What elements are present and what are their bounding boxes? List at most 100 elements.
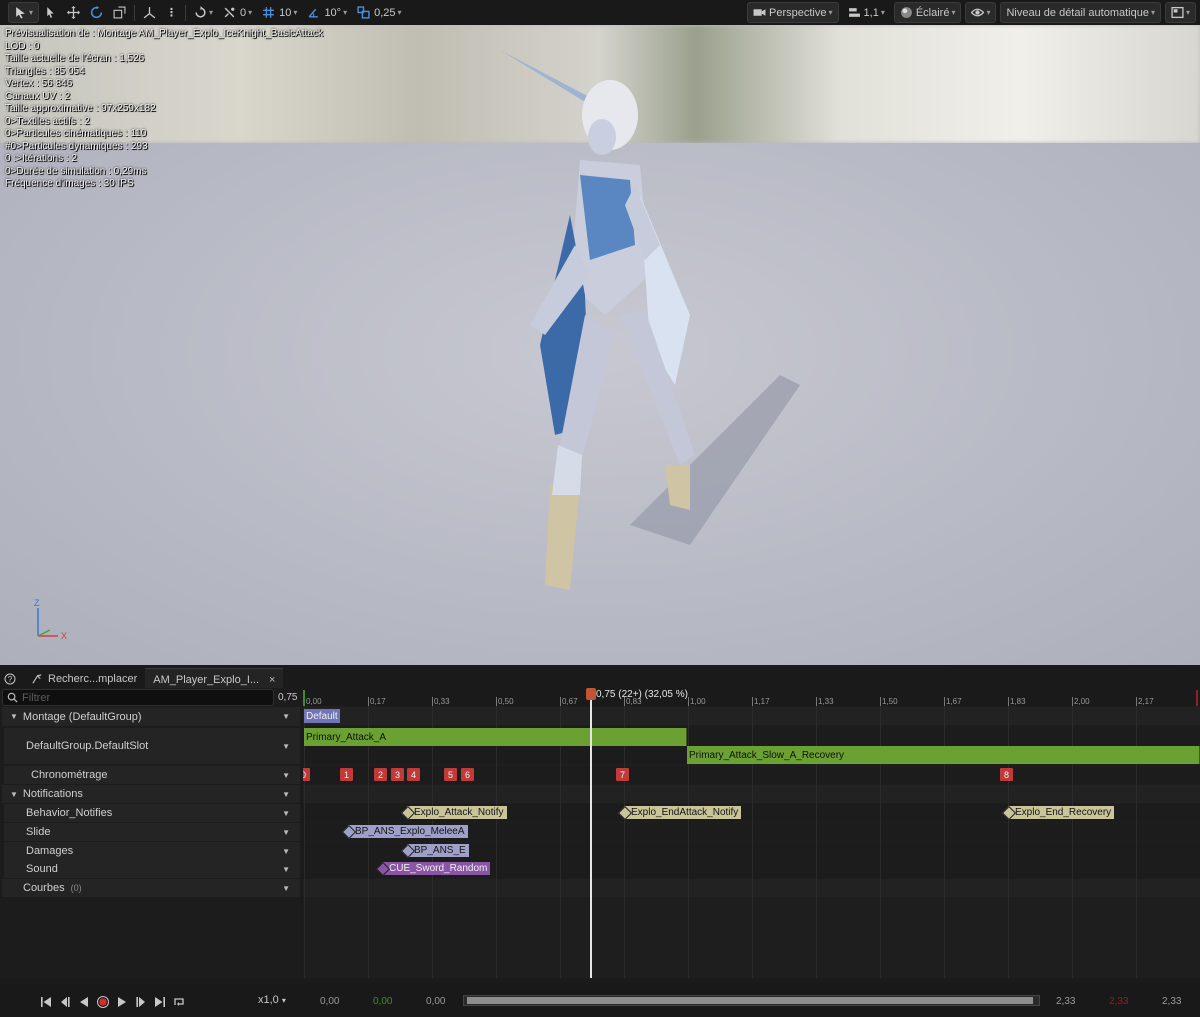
ruler-tick-label: 0,33 [434,697,450,706]
working-range-end[interactable]: 2,33 [1109,996,1128,1007]
track-timing[interactable]: Chronométrage ▼ [4,766,300,784]
track-slide[interactable]: Slide ▼ [4,823,300,841]
working-range-start-marker[interactable] [303,690,305,706]
track-options-dropdown[interactable]: ▼ [282,847,290,856]
view-range-end[interactable]: 2,33 [1056,996,1075,1007]
viewport-layout-button[interactable]: ▾ [1164,2,1196,23]
camera-speed-dropdown[interactable]: 1,1 ▾ [843,2,890,23]
playback-speed-dropdown[interactable]: x1,0 ▾ [258,994,286,1006]
working-range-start[interactable]: 0,00 [373,996,392,1007]
tab-search-replace[interactable]: Recherc...mplacer [24,668,145,690]
surface-snap-button[interactable]: ▾ [189,2,218,23]
filter-input[interactable]: Filtrer [2,689,274,706]
track-montage-group[interactable]: ▼ Montage (DefaultGroup) ▼ [2,707,300,726]
help-button[interactable]: ? [0,668,24,690]
stats-line: 0 :>Itérations : 2 [5,153,77,164]
record-button[interactable] [93,992,112,1011]
track-options-dropdown[interactable]: ▼ [282,865,290,874]
select-mode-button[interactable]: ▾ [8,2,40,23]
playback-range-end[interactable]: 2,33 [1162,996,1181,1007]
notify-sound-cue[interactable]: CUE_Sword_Random [382,862,491,875]
scrollbar-thumb[interactable] [467,997,1033,1004]
coordinate-system-button[interactable] [138,2,161,23]
step-forward-button[interactable] [131,992,150,1011]
branch-point-marker[interactable]: 8 [1000,768,1013,781]
notify-explo-attack[interactable]: Explo_Attack_Notify [407,806,507,819]
branch-point-marker[interactable]: 2 [374,768,387,781]
notify-explo-end-recovery[interactable]: Explo_End_Recovery [1008,806,1115,819]
playhead-line[interactable] [590,688,592,978]
time-ruler[interactable]: 0,00 0,17 0,33 0,50 0,67 0,83 1,00 1,17 1,33 1,50… [303,688,1200,706]
show-flags-dropdown[interactable]: ▾ [965,2,997,23]
scale-snap-button[interactable]: 0,25 ▾ [352,2,406,23]
playback-range-start[interactable]: 0,00 [426,996,445,1007]
close-icon[interactable]: × [269,674,275,686]
separator [134,4,136,21]
track-options-dropdown[interactable]: ▼ [282,742,290,751]
coordinate-icon [143,7,156,19]
playback-speed-value: x1,0 [258,994,279,1006]
playhead-handle[interactable] [586,688,596,700]
notify-state-damages[interactable]: BP_ANS_E [407,844,469,857]
track-options-dropdown[interactable]: ▼ [282,884,290,893]
step-back-icon [60,996,70,1007]
grid-snap-value: 10 [279,6,292,19]
track-behavior-notifies[interactable]: Behavior_Notifies ▼ [4,804,300,822]
branch-point-marker[interactable]: 1 [340,768,353,781]
go-to-start-button[interactable] [36,992,55,1011]
track-sound[interactable]: Sound ▼ [4,860,300,878]
segment-primary-attack-a[interactable]: Primary_Attack_A [304,728,687,746]
branch-point-marker[interactable]: 6 [461,768,474,781]
track-slot-label: DefaultGroup.DefaultSlot [26,740,149,752]
branch-point-marker[interactable]: 3 [391,768,404,781]
track-options-dropdown[interactable]: ▼ [282,809,290,818]
branch-point-marker[interactable]: 4 [407,768,420,781]
more-options-button[interactable]: ⋮ [161,2,182,23]
track-damages[interactable]: Damages ▼ [4,842,300,860]
segment-primary-attack-slow-a-recovery[interactable]: Primary_Attack_Slow_A_Recovery [687,746,1200,764]
translate-snap-button[interactable]: 0 ▾ [218,2,257,23]
search-icon [7,692,18,703]
branch-point-marker[interactable]: 7 [616,768,629,781]
branch-point-marker[interactable]: 0 [303,768,310,781]
working-range-end-marker[interactable] [1196,690,1198,706]
track-slot[interactable]: DefaultGroup.DefaultSlot ▼ [4,728,300,764]
branch-point-marker[interactable]: 5 [444,768,457,781]
lod-dropdown[interactable]: Niveau de détail automatique ▾ [1000,2,1161,23]
play-button[interactable] [112,992,131,1011]
timeline-scrollbar[interactable] [463,995,1040,1006]
collapse-triangle-icon[interactable]: ▼ [10,712,18,721]
timeline-area[interactable]: 0,00 0,17 0,33 0,50 0,67 0,83 1,00 1,17 1,33 1,50… [303,688,1200,978]
track-notifications[interactable]: ▼ Notifications ▼ [2,785,300,803]
play-reverse-button[interactable] [74,992,93,1011]
ruler-tick [944,697,945,706]
notify-explo-endattack[interactable]: Explo_EndAttack_Notify [624,806,742,819]
svg-text:?: ? [8,675,13,684]
translate-tool-button[interactable] [62,2,85,23]
select-tool-button[interactable] [39,2,62,23]
grid-snap-button[interactable]: 10 ▾ [257,2,302,23]
ruler-tick-label: 0,00 [306,697,322,706]
camera-speed-value: 1,1 [863,6,879,19]
notify-state-slide[interactable]: BP_ANS_Explo_MeleeA [348,825,468,838]
snap-icon [195,6,206,18]
lighting-mode-dropdown[interactable]: Éclairé ▾ [893,2,962,23]
track-options-dropdown[interactable]: ▼ [282,828,290,837]
scale-tool-button[interactable] [108,2,131,23]
montage-section-default[interactable]: Default [304,709,340,723]
track-curves[interactable]: Courbes (0) ▼ [2,879,300,897]
go-to-end-button[interactable] [150,992,169,1011]
view-mode-dropdown[interactable]: Perspective ▾ [747,2,839,23]
rotation-snap-button[interactable]: 10° ▾ [302,2,352,23]
track-options-dropdown[interactable]: ▼ [282,771,290,780]
track-options-dropdown[interactable]: ▼ [282,790,290,799]
stats-line: Taille approximative : 97x259x182 [5,103,156,114]
track-options-dropdown[interactable]: ▼ [282,712,290,721]
view-range-start[interactable]: 0,00 [320,996,339,1007]
collapse-triangle-icon[interactable]: ▼ [10,790,18,799]
viewport[interactable]: Prévisualisation de : Montage AM_Player_… [0,0,1200,665]
step-back-button[interactable] [55,992,74,1011]
tab-montage[interactable]: AM_Player_Explo_I... × [145,668,284,690]
loop-button[interactable] [169,992,188,1011]
rotate-tool-button[interactable] [85,2,108,23]
